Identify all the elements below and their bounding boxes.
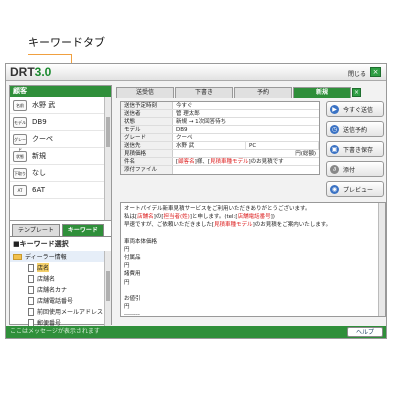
form-row-attach: 添付ファイル	[121, 166, 319, 174]
tab-template[interactable]: テンプレート	[12, 224, 60, 236]
titlebar: DRT3.0 閉じる ×	[6, 64, 386, 81]
form-row-subject: 件名 [顧客名]様、[見積車種モデル]のお見積です	[121, 158, 319, 166]
field-value: DB9	[32, 118, 47, 126]
form-row: 状態 新規 → 1次回答待ち	[121, 118, 319, 126]
close-tab-icon[interactable]: ×	[352, 88, 361, 97]
tree-root[interactable]: ディーラー情報	[10, 251, 111, 262]
field-tag: 下取り	[13, 167, 27, 179]
scrollbar-thumb[interactable]	[106, 117, 110, 147]
status-message: ここはメッセージが表示されます	[10, 328, 100, 335]
customer-row[interactable]: AT 6AT	[10, 182, 111, 199]
left-panel: 顧客 名前 水野 武 モデル DB9 グレード クーペ 状態 新規 下取り なし AT 6A…	[9, 85, 112, 337]
body-scrollbar[interactable]	[378, 203, 385, 316]
tree-scrollbar[interactable]	[104, 251, 111, 337]
save-icon: ▣	[330, 144, 339, 154]
mail-form: 送信予定時刻 今すぐ 送信者管 理太郎 状態 新規 → 1次回答待ち モデル DB9 …	[120, 101, 320, 175]
field-tag: グレード	[13, 133, 27, 152]
form-row: モデル DB9	[121, 126, 319, 134]
customer-row[interactable]: 名前 水野 武	[10, 97, 111, 114]
left-tabs: テンプレート キーワード	[10, 224, 111, 236]
estimate-field[interactable]: 円(総額)	[173, 150, 319, 157]
mail-tabs: 送受信 下書き 予約 新規 ×	[116, 87, 386, 98]
action-buttons: ▶ 今すぐ送信 ◷ 送信予約 ▣ 下書き保存 ∂ 添付 ◉ プレビュー	[326, 101, 384, 201]
send-now-button[interactable]: ▶ 今すぐ送信	[326, 101, 384, 117]
keyword-tree: ディーラー情報 店名 店舗名 店舗名カナ 店舗電話番号 前回使用メールアドレス …	[10, 251, 111, 337]
app-window: DRT3.0 閉じる × 顧客 名前 水野 武 モデル DB9 グレード クーペ 状態…	[5, 63, 387, 339]
scrollbar-thumb[interactable]	[106, 271, 110, 301]
keyword-tab-callout: キーワードタブ	[28, 36, 105, 49]
tree-item[interactable]: 前回使用メールアドレス	[10, 306, 111, 317]
mail-body[interactable]: オートパイデル新車見積サービスをご利用いただきありがとうございます。 私は[店舗…	[120, 202, 386, 317]
tab-scheduled[interactable]: 予約	[234, 87, 292, 98]
tree-item[interactable]: 店舗名カナ	[10, 284, 111, 295]
tab-keyword[interactable]: キーワード	[61, 224, 104, 236]
customer-row[interactable]: グレード クーペ	[10, 131, 111, 152]
send-icon: ▶	[330, 104, 339, 114]
field-tag: 状態	[13, 150, 27, 162]
clock-icon: ◷	[330, 124, 339, 134]
tree-item[interactable]: 店舗名	[10, 273, 111, 284]
keyword-select-title: ■キーワード選択	[10, 236, 111, 251]
tree-item[interactable]: 店名	[10, 262, 111, 273]
customer-row[interactable]: モデル DB9	[10, 114, 111, 131]
document-icon	[28, 285, 34, 294]
preview-button[interactable]: ◉ プレビュー	[326, 181, 384, 197]
schedule-send-button[interactable]: ◷ 送信予約	[326, 121, 384, 137]
form-row: グレード クーペ	[121, 134, 319, 142]
close-label: 閉じる	[347, 71, 366, 78]
customer-row[interactable]: 状態 新規	[10, 148, 111, 165]
tree-item[interactable]: 店舗電話番号	[10, 295, 111, 306]
close-button[interactable]: ×	[370, 67, 381, 77]
document-icon	[28, 307, 34, 316]
paperclip-icon: ∂	[330, 164, 339, 174]
document-icon	[28, 274, 34, 283]
form-row-destination: 送信先 水野 武 PC	[121, 142, 319, 150]
field-value: 6AT	[32, 186, 45, 194]
status-bar: ここはメッセージが表示されます ヘルプ	[6, 326, 386, 338]
field-tag: 名前	[13, 99, 27, 111]
tab-drafts[interactable]: 下書き	[175, 87, 233, 98]
field-value: 水野 武	[32, 101, 56, 109]
tab-send-receive[interactable]: 送受信	[116, 87, 174, 98]
customer-list: 名前 水野 武 モデル DB9 グレード クーペ 状態 新規 下取り なし AT 6AT	[10, 97, 111, 221]
form-row-estimate: 見積価格 円(総額)	[121, 150, 319, 158]
preview-icon: ◉	[330, 184, 339, 194]
field-tag: AT	[13, 184, 27, 196]
document-icon	[28, 296, 34, 305]
customer-scrollbar[interactable]	[104, 97, 111, 220]
folder-icon	[13, 253, 22, 260]
form-row: 送信予定時刻 今すぐ	[121, 102, 319, 110]
callout-line	[28, 54, 72, 55]
form-row: 送信者管 理太郎	[121, 110, 319, 118]
subject-field[interactable]: [顧客名]様、[見積車種モデル]のお見積です	[173, 158, 319, 165]
attach-button[interactable]: ∂ 添付	[326, 161, 384, 177]
attach-field	[173, 166, 319, 174]
field-tag: モデル	[13, 116, 27, 128]
field-value: クーペ	[32, 135, 53, 143]
save-draft-button[interactable]: ▣ 下書き保存	[326, 141, 384, 157]
customer-header: 顧客	[10, 86, 111, 97]
app-logo: DRT3.0	[10, 65, 52, 79]
tab-new[interactable]: 新規	[293, 87, 351, 98]
document-icon	[28, 263, 34, 272]
field-value: 新規	[32, 152, 46, 160]
help-button[interactable]: ヘルプ	[347, 327, 383, 337]
field-value: なし	[32, 169, 46, 177]
customer-row[interactable]: 下取り なし	[10, 165, 111, 182]
